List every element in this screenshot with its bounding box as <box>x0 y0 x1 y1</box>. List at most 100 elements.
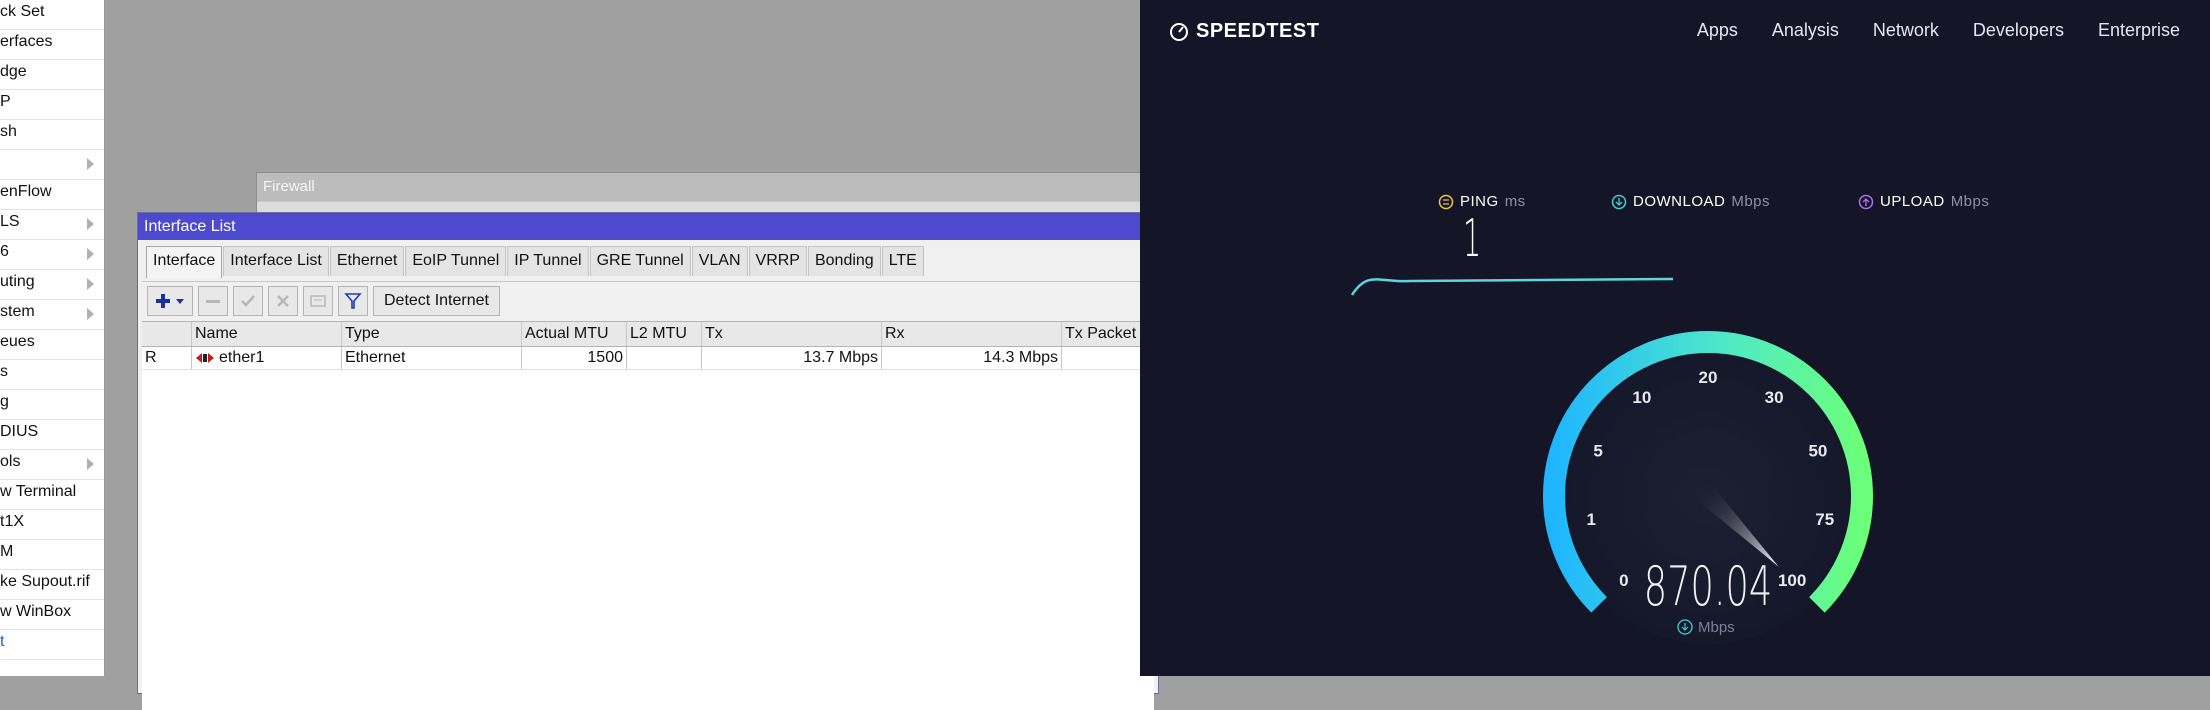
tab-bonding[interactable]: Bonding <box>807 246 881 276</box>
speed-value: 870.04 <box>1644 555 1772 618</box>
tab-interface[interactable]: Interface <box>146 246 223 278</box>
speed-gauge: 0 1 5 10 20 30 50 75 100 870.04 Mbps <box>1350 277 1873 644</box>
gauge-tick-label: 5 <box>1593 441 1602 460</box>
sidebar-item[interactable]: s <box>0 360 104 390</box>
disable-button[interactable] <box>268 286 298 316</box>
sidebar-item-label: P <box>0 93 11 110</box>
tab-interface-list[interactable]: Interface List <box>223 246 329 276</box>
sidebar-item[interactable]: w WinBox <box>0 600 104 630</box>
interface-list-window[interactable]: Interface List Interface Interface List Et… <box>137 212 1159 710</box>
sidebar-item-label: 6 <box>0 243 9 260</box>
tab-vrrp[interactable]: VRRP <box>748 246 807 276</box>
sidebar-item-label: M <box>0 543 14 560</box>
ping-graph-line <box>1350 277 1674 296</box>
sidebar-item-label: sh <box>0 123 17 140</box>
table-cell: ether1 <box>192 347 342 369</box>
tab-eoip-tunnel[interactable]: EoIP Tunnel <box>405 246 507 276</box>
enable-button[interactable] <box>233 286 263 316</box>
interface-tabs: Interface Interface List Ethernet EoIP Tunn… <box>146 246 925 278</box>
column-header[interactable]: Rx <box>882 322 1062 346</box>
cell-tx: 13.7 Mbps <box>803 349 878 366</box>
sidebar-item[interactable]: eues <box>0 330 104 360</box>
remove-button[interactable] <box>198 286 228 316</box>
column-header[interactable]: L2 MTU <box>627 322 702 346</box>
sidebar-item-label: w Terminal <box>0 483 77 500</box>
sidebar-item[interactable]: w Terminal <box>0 480 104 510</box>
sidebar-item-label: enFlow <box>0 183 52 200</box>
ethernet-port-icon <box>196 352 214 363</box>
sidebar-item-label: eues <box>0 333 35 350</box>
cell-actual-mtu: 1500 <box>587 349 623 366</box>
submenu-arrow-icon <box>87 218 94 230</box>
sidebar-item[interactable]: ck Set <box>0 0 104 30</box>
add-button[interactable] <box>147 286 193 316</box>
table-empty-area <box>142 370 1154 710</box>
column-header[interactable]: Actual MTU <box>522 322 627 346</box>
filter-button[interactable] <box>338 286 368 316</box>
sidebar-item-label: s <box>0 363 8 380</box>
column-header[interactable]: Type <box>342 322 522 346</box>
sidebar-item[interactable]: 6 <box>0 240 104 270</box>
sidebar-item[interactable]: ke Supout.rif <box>0 570 104 600</box>
sidebar-item[interactable]: DIUS <box>0 420 104 450</box>
table-cell: Ethernet <box>342 347 522 369</box>
column-header[interactable]: Tx <box>702 322 882 346</box>
sidebar-item[interactable]: enFlow <box>0 180 104 210</box>
gauge-tick-label: 30 <box>1765 388 1784 407</box>
interface-table: Name Type Actual MTU L2 MTU Tx Rx Tx Packet Re… <box>142 321 1154 710</box>
submenu-arrow-icon <box>87 458 94 470</box>
table-cell: R <box>142 347 192 369</box>
sidebar-item-label: ke Supout.rif <box>0 573 90 590</box>
sidebar-item[interactable]: stem <box>0 300 104 330</box>
check-icon <box>241 295 255 307</box>
gauge-tick-label: 100 <box>1778 571 1806 590</box>
sidebar-item[interactable]: sh <box>0 120 104 150</box>
sidebar-item[interactable]: t1X <box>0 510 104 540</box>
tab-lte[interactable]: LTE <box>881 246 924 276</box>
table-row[interactable]: Rether1 Ethernet 1500 13.7 Mbps 14.3 Mbps <box>142 347 1154 370</box>
sidebar-item-label: ck Set <box>0 3 45 20</box>
detect-internet-button[interactable]: Detect Internet <box>373 286 500 316</box>
interface-list-title[interactable]: Interface List <box>138 213 1158 240</box>
sidebar-item-label: w WinBox <box>0 603 72 620</box>
sidebar-item[interactable] <box>0 150 104 180</box>
sidebar-item-label: ols <box>0 453 21 470</box>
sidebar-item-label: erfaces <box>0 33 53 50</box>
minus-icon <box>206 300 220 303</box>
tab-ethernet[interactable]: Ethernet <box>329 246 405 276</box>
tab-gre-tunnel[interactable]: GRE Tunnel <box>589 246 691 276</box>
comment-button[interactable] <box>303 286 333 316</box>
gauge-tick-label: 0 <box>1619 571 1628 590</box>
winbox-sidebar-menu: ck Set erfaces dge Psh enFlow LS 6 uting stem eue… <box>0 0 105 676</box>
sidebar-item-label: g <box>0 393 9 410</box>
cell-flag: R <box>145 349 157 366</box>
cell-type: Ethernet <box>345 349 406 366</box>
sidebar-item[interactable]: t <box>0 630 104 660</box>
speed-unit: Mbps <box>1698 619 1735 636</box>
sidebar-item[interactable]: erfaces <box>0 30 104 60</box>
table-header: Name Type Actual MTU L2 MTU Tx Rx Tx Packet <box>142 321 1154 347</box>
sidebar-item[interactable]: ols <box>0 450 104 480</box>
tab-vlan[interactable]: VLAN <box>691 246 748 276</box>
sidebar-item[interactable]: M <box>0 540 104 570</box>
column-header[interactable] <box>142 322 192 346</box>
sidebar-item[interactable]: LS <box>0 210 104 240</box>
firewall-title[interactable]: Firewall <box>257 173 1157 201</box>
submenu-arrow-icon <box>87 308 94 320</box>
sidebar-item[interactable]: P <box>0 90 104 120</box>
gauge-tick-label: 1 <box>1587 510 1596 529</box>
sidebar-item-label: LS <box>0 213 20 230</box>
sidebar-item-label: t1X <box>0 513 25 530</box>
sidebar-item-label: stem <box>0 303 35 320</box>
gauge-tick-label: 20 <box>1699 368 1718 387</box>
table-body: Rether1 Ethernet 1500 13.7 Mbps 14.3 Mbps <box>142 347 1154 370</box>
sidebar-item[interactable]: uting <box>0 270 104 300</box>
column-header[interactable]: Name <box>192 322 342 346</box>
gauge-tick-label: 10 <box>1632 388 1651 407</box>
cell-name: ether1 <box>219 349 265 366</box>
gauge-tick-label: 50 <box>1808 441 1827 460</box>
tab-ip-tunnel[interactable]: IP Tunnel <box>507 246 589 276</box>
sidebar-item[interactable]: dge <box>0 60 104 90</box>
sidebar-item-label: DIUS <box>0 423 39 440</box>
sidebar-item[interactable]: g <box>0 390 104 420</box>
